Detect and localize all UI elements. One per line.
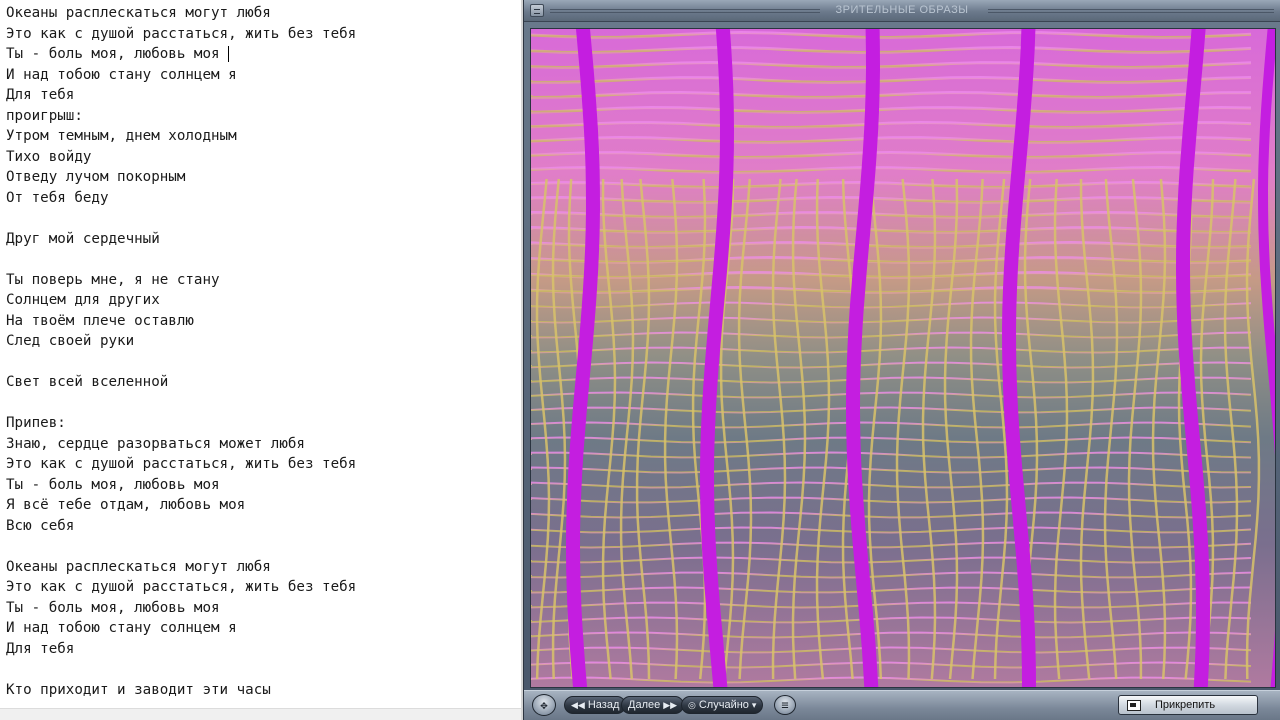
text-line[interactable]: Это как с душой расстаться, жить без теб… xyxy=(6,24,523,45)
text-line[interactable]: Припев: xyxy=(6,413,523,434)
text-caret xyxy=(227,46,229,62)
lyrics-text-area[interactable]: Океаны расплескаться могут любя Это как с… xyxy=(6,3,523,708)
title-bar[interactable]: ЗРИТЕЛЬНЫЕ ОБРАЗЫ xyxy=(524,0,1280,22)
text-line[interactable]: Это как с душой расстаться, жить без теб… xyxy=(6,577,523,598)
text-line[interactable]: Кто приходит и заводит эти часы xyxy=(6,680,523,701)
pin-button[interactable]: Прикрепить xyxy=(1118,695,1258,715)
text-line[interactable] xyxy=(6,208,523,229)
text-line[interactable]: Для тебя xyxy=(6,85,523,106)
random-button-label: Случайно xyxy=(698,699,749,711)
next-button-label: Далее xyxy=(628,699,661,711)
forward-icon: ▶▶ xyxy=(663,700,678,710)
back-button-label: Назад xyxy=(587,699,620,711)
text-line[interactable]: Для тебя xyxy=(6,639,523,660)
chevron-down-icon: ▾ xyxy=(751,700,757,710)
visualization-window: ЗРИТЕЛЬНЫЕ ОБРАЗЫ ✥ ◀◀ Назад Далее ▶▶ ◎ … xyxy=(523,0,1280,720)
visualization-graphic xyxy=(531,29,1275,687)
text-line[interactable]: Тихо войду xyxy=(6,147,523,168)
text-line[interactable]: Свет всей вселенной xyxy=(6,372,523,393)
rewind-icon: ◀◀ xyxy=(571,700,585,710)
pin-button-label: Прикрепить xyxy=(1155,699,1216,711)
title-grip-right xyxy=(988,9,1274,13)
text-line[interactable] xyxy=(6,393,523,414)
text-line[interactable]: Всю себя xyxy=(6,516,523,537)
text-line[interactable]: На твоём плече оставлю xyxy=(6,311,523,332)
back-button[interactable]: ◀◀ Назад xyxy=(564,696,627,714)
text-line[interactable]: Ты - боль моя, любовь моя xyxy=(6,598,523,619)
text-line[interactable] xyxy=(6,249,523,270)
text-line[interactable]: Солнцем для других xyxy=(6,290,523,311)
text-line[interactable]: И над тобою стану солнцем я xyxy=(6,618,523,639)
text-line[interactable]: Это как с душой расстаться, жить без теб… xyxy=(6,454,523,475)
text-line[interactable]: Отведу лучом покорным xyxy=(6,167,523,188)
text-line[interactable]: След своей руки xyxy=(6,331,523,352)
text-line[interactable]: И над тобою стану солнцем я xyxy=(6,65,523,86)
random-button[interactable]: ◎ Случайно ▾ xyxy=(681,696,764,714)
text-line[interactable]: Друг мой сердечный xyxy=(6,229,523,250)
text-line[interactable]: От тебя беду xyxy=(6,188,523,209)
text-line[interactable]: проигрыш: xyxy=(6,106,523,127)
move-icon[interactable]: ✥ xyxy=(532,694,556,716)
text-line[interactable]: Ты поверь мне, я не стану xyxy=(6,270,523,291)
text-line[interactable]: Знаю, сердце разорваться может любя xyxy=(6,434,523,455)
text-line[interactable]: Я всё тебе отдам, любовь моя xyxy=(6,495,523,516)
text-line[interactable]: Океаны расплескаться могут любя xyxy=(6,557,523,578)
text-line[interactable] xyxy=(6,659,523,680)
next-button[interactable]: Далее ▶▶ xyxy=(621,696,685,714)
text-line[interactable]: Утром темным, днем холодным xyxy=(6,126,523,147)
visualization-canvas xyxy=(530,28,1276,688)
pin-icon xyxy=(1127,699,1141,711)
visualization-controls: ✥ ◀◀ Назад Далее ▶▶ ◎ Случайно ▾ ≡ Прикр… xyxy=(524,690,1280,720)
text-line[interactable]: Ты - боль моя, любовь моя xyxy=(6,44,523,65)
shuffle-icon: ◎ xyxy=(688,700,696,710)
text-editor[interactable]: Океаны расплескаться могут любя Это как с… xyxy=(0,0,523,720)
text-line[interactable]: Ты - боль моя, любовь моя xyxy=(6,475,523,496)
options-icon[interactable]: ≡ xyxy=(774,695,796,715)
text-line[interactable] xyxy=(6,536,523,557)
text-line[interactable]: Океаны расплескаться могут любя xyxy=(6,3,523,24)
text-line[interactable] xyxy=(6,352,523,373)
horizontal-scrollbar[interactable] xyxy=(0,708,523,720)
